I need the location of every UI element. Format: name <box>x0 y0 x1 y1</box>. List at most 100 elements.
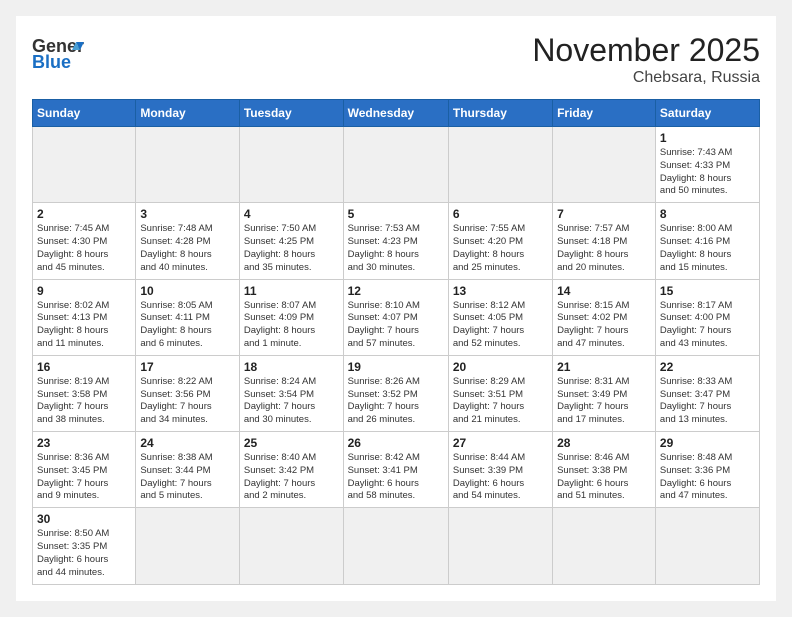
day-info: Sunrise: 7:53 AM Sunset: 4:23 PM Dayligh… <box>348 223 444 274</box>
day-info: Sunrise: 8:22 AM Sunset: 3:56 PM Dayligh… <box>140 376 235 427</box>
week-row-2: 9 Sunrise: 8:02 AM Sunset: 4:13 PM Daylig… <box>33 279 760 355</box>
calendar-cell <box>239 127 343 203</box>
day-info: Sunrise: 8:19 AM Sunset: 3:58 PM Dayligh… <box>37 376 131 427</box>
calendar-table: Sunday Monday Tuesday Wednesday Thursday… <box>32 99 760 585</box>
calendar-cell: 5 Sunrise: 7:53 AM Sunset: 4:23 PM Daylig… <box>343 203 448 279</box>
day-number: 10 <box>140 284 235 298</box>
calendar-cell <box>239 508 343 584</box>
day-number: 20 <box>453 360 548 374</box>
calendar-cell <box>448 508 552 584</box>
week-row-0: 1Sunrise: 7:43 AM Sunset: 4:33 PM Daylig… <box>33 127 760 203</box>
day-number: 15 <box>660 284 755 298</box>
calendar-cell <box>553 127 656 203</box>
day-info: Sunrise: 8:24 AM Sunset: 3:54 PM Dayligh… <box>244 376 339 427</box>
day-number: 3 <box>140 207 235 221</box>
header-tuesday: Tuesday <box>239 100 343 127</box>
calendar-cell <box>448 127 552 203</box>
calendar-cell: 13Sunrise: 8:12 AM Sunset: 4:05 PM Dayli… <box>448 279 552 355</box>
day-info: Sunrise: 8:44 AM Sunset: 3:39 PM Dayligh… <box>453 452 548 503</box>
day-number: 2 <box>37 207 131 221</box>
day-info: Sunrise: 7:57 AM Sunset: 4:18 PM Dayligh… <box>557 223 651 274</box>
calendar-cell: 10 Sunrise: 8:05 AM Sunset: 4:11 PM Dayli… <box>136 279 240 355</box>
day-info: Sunrise: 7:48 AM Sunset: 4:28 PM Dayligh… <box>140 223 235 274</box>
day-info: Sunrise: 8:02 AM Sunset: 4:13 PM Dayligh… <box>37 300 131 351</box>
weekday-header-row: Sunday Monday Tuesday Wednesday Thursday… <box>33 100 760 127</box>
svg-text:Blue: Blue <box>32 52 71 70</box>
calendar-cell: 29Sunrise: 8:48 AM Sunset: 3:36 PM Dayli… <box>655 432 759 508</box>
calendar-cell <box>343 127 448 203</box>
header-sunday: Sunday <box>33 100 136 127</box>
week-row-3: 16 Sunrise: 8:19 AM Sunset: 3:58 PM Dayli… <box>33 355 760 431</box>
calendar-cell: 6Sunrise: 7:55 AM Sunset: 4:20 PM Daylig… <box>448 203 552 279</box>
calendar-cell: 23Sunrise: 8:36 AM Sunset: 3:45 PM Dayli… <box>33 432 136 508</box>
day-number: 23 <box>37 436 131 450</box>
day-number: 24 <box>140 436 235 450</box>
day-info: Sunrise: 8:05 AM Sunset: 4:11 PM Dayligh… <box>140 300 235 351</box>
day-info: Sunrise: 7:45 AM Sunset: 4:30 PM Dayligh… <box>37 223 131 274</box>
day-info: Sunrise: 8:07 AM Sunset: 4:09 PM Dayligh… <box>244 300 339 351</box>
logo-icon: General Blue <box>32 32 84 70</box>
day-number: 14 <box>557 284 651 298</box>
day-info: Sunrise: 8:42 AM Sunset: 3:41 PM Dayligh… <box>348 452 444 503</box>
day-number: 16 <box>37 360 131 374</box>
calendar-cell: 7 Sunrise: 7:57 AM Sunset: 4:18 PM Daylig… <box>553 203 656 279</box>
header-saturday: Saturday <box>655 100 759 127</box>
day-number: 7 <box>557 207 651 221</box>
logo-svg: General Blue <box>32 32 84 70</box>
calendar-cell: 15Sunrise: 8:17 AM Sunset: 4:00 PM Dayli… <box>655 279 759 355</box>
calendar-cell <box>136 508 240 584</box>
calendar-cell: 16 Sunrise: 8:19 AM Sunset: 3:58 PM Dayli… <box>33 355 136 431</box>
week-row-1: 2 Sunrise: 7:45 AM Sunset: 4:30 PM Daylig… <box>33 203 760 279</box>
day-number: 27 <box>453 436 548 450</box>
day-number: 11 <box>244 284 339 298</box>
day-number: 26 <box>348 436 444 450</box>
title-block: November 2025 Chebsara, Russia <box>532 32 760 87</box>
day-number: 22 <box>660 360 755 374</box>
calendar-title: November 2025 <box>532 32 760 69</box>
week-row-5: 30Sunrise: 8:50 AM Sunset: 3:35 PM Dayli… <box>33 508 760 584</box>
calendar-cell: 8 Sunrise: 8:00 AM Sunset: 4:16 PM Daylig… <box>655 203 759 279</box>
day-info: Sunrise: 8:10 AM Sunset: 4:07 PM Dayligh… <box>348 300 444 351</box>
day-info: Sunrise: 8:40 AM Sunset: 3:42 PM Dayligh… <box>244 452 339 503</box>
day-number: 29 <box>660 436 755 450</box>
day-info: Sunrise: 8:26 AM Sunset: 3:52 PM Dayligh… <box>348 376 444 427</box>
day-number: 18 <box>244 360 339 374</box>
calendar-cell: 2 Sunrise: 7:45 AM Sunset: 4:30 PM Daylig… <box>33 203 136 279</box>
day-number: 5 <box>348 207 444 221</box>
calendar-cell: 30Sunrise: 8:50 AM Sunset: 3:35 PM Dayli… <box>33 508 136 584</box>
calendar-cell: 27 Sunrise: 8:44 AM Sunset: 3:39 PM Dayli… <box>448 432 552 508</box>
day-number: 9 <box>37 284 131 298</box>
calendar-cell: 20 Sunrise: 8:29 AM Sunset: 3:51 PM Dayli… <box>448 355 552 431</box>
day-info: Sunrise: 8:29 AM Sunset: 3:51 PM Dayligh… <box>453 376 548 427</box>
calendar-cell: 17Sunrise: 8:22 AM Sunset: 3:56 PM Dayli… <box>136 355 240 431</box>
calendar-page: General Blue November 2025 Chebsara, Rus… <box>16 16 776 601</box>
day-info: Sunrise: 8:00 AM Sunset: 4:16 PM Dayligh… <box>660 223 755 274</box>
calendar-cell <box>343 508 448 584</box>
calendar-cell: 11 Sunrise: 8:07 AM Sunset: 4:09 PM Dayli… <box>239 279 343 355</box>
day-number: 25 <box>244 436 339 450</box>
week-row-4: 23Sunrise: 8:36 AM Sunset: 3:45 PM Dayli… <box>33 432 760 508</box>
calendar-cell: 19Sunrise: 8:26 AM Sunset: 3:52 PM Dayli… <box>343 355 448 431</box>
calendar-cell: 1Sunrise: 7:43 AM Sunset: 4:33 PM Daylig… <box>655 127 759 203</box>
calendar-cell: 12 Sunrise: 8:10 AM Sunset: 4:07 PM Dayli… <box>343 279 448 355</box>
calendar-cell <box>33 127 136 203</box>
header-friday: Friday <box>553 100 656 127</box>
calendar-cell <box>136 127 240 203</box>
day-info: Sunrise: 8:31 AM Sunset: 3:49 PM Dayligh… <box>557 376 651 427</box>
day-info: Sunrise: 7:55 AM Sunset: 4:20 PM Dayligh… <box>453 223 548 274</box>
day-info: Sunrise: 8:50 AM Sunset: 3:35 PM Dayligh… <box>37 528 131 579</box>
calendar-cell: 21Sunrise: 8:31 AM Sunset: 3:49 PM Dayli… <box>553 355 656 431</box>
day-number: 8 <box>660 207 755 221</box>
day-info: Sunrise: 8:38 AM Sunset: 3:44 PM Dayligh… <box>140 452 235 503</box>
day-info: Sunrise: 8:46 AM Sunset: 3:38 PM Dayligh… <box>557 452 651 503</box>
day-number: 28 <box>557 436 651 450</box>
header-monday: Monday <box>136 100 240 127</box>
header-wednesday: Wednesday <box>343 100 448 127</box>
day-info: Sunrise: 8:33 AM Sunset: 3:47 PM Dayligh… <box>660 376 755 427</box>
calendar-cell: 4Sunrise: 7:50 AM Sunset: 4:25 PM Daylig… <box>239 203 343 279</box>
day-number: 4 <box>244 207 339 221</box>
day-number: 1 <box>660 131 755 145</box>
day-number: 12 <box>348 284 444 298</box>
calendar-cell <box>655 508 759 584</box>
calendar-cell <box>553 508 656 584</box>
